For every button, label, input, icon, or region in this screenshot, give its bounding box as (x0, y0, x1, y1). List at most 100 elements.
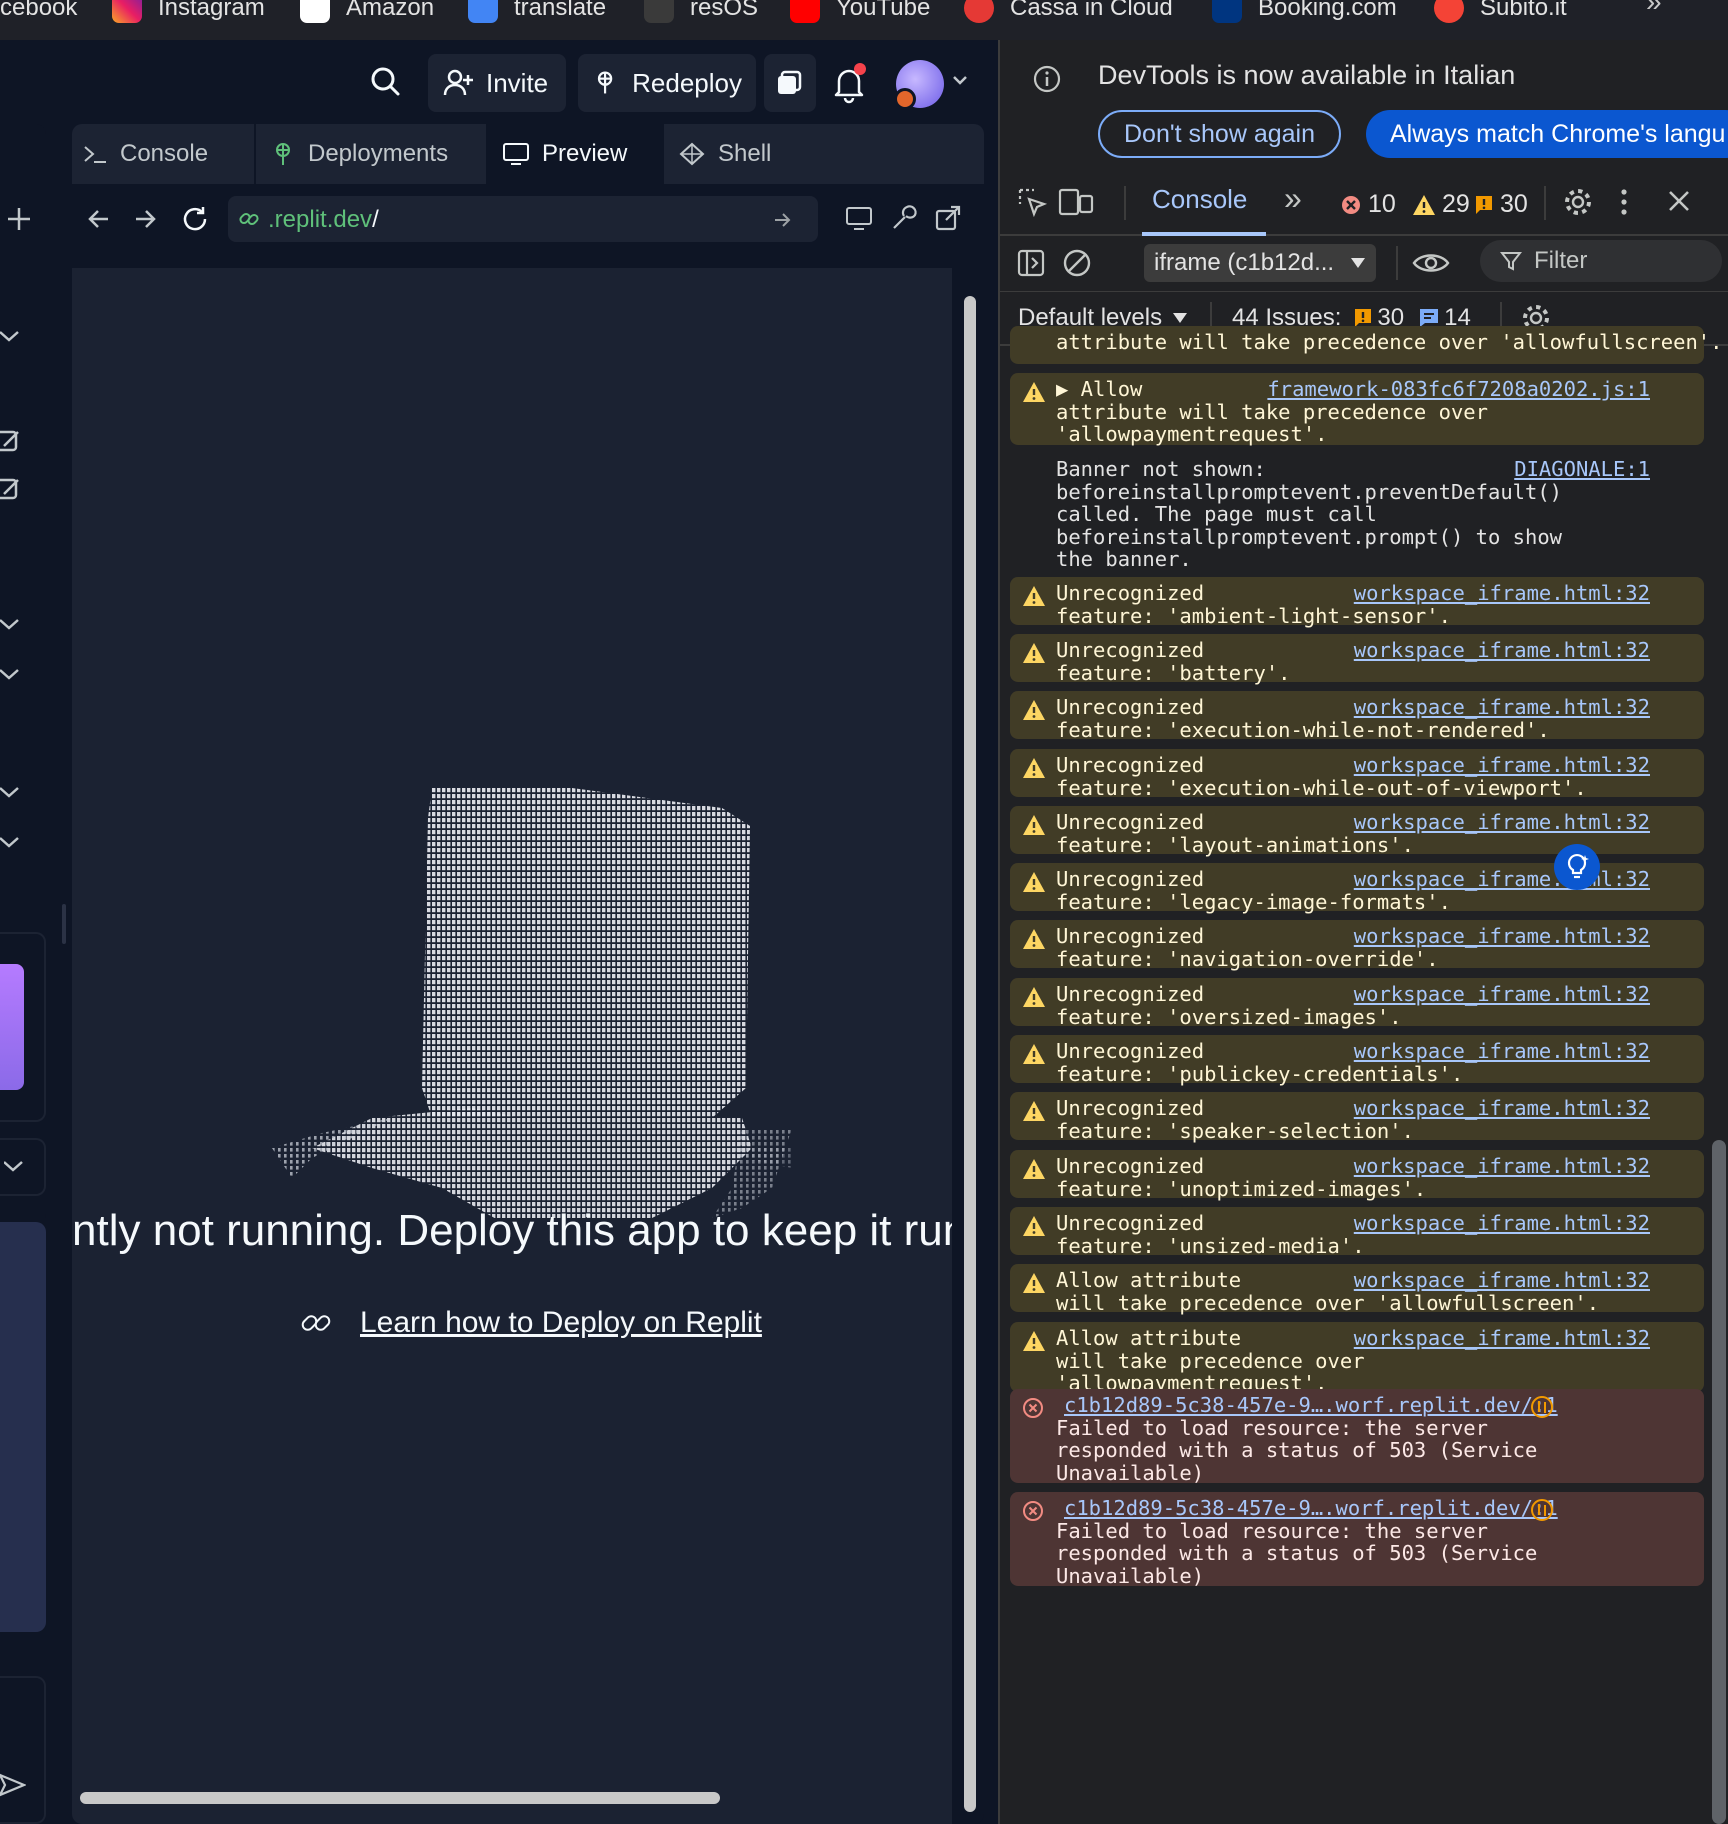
inspect-element-icon[interactable] (1016, 186, 1048, 218)
tab-shell[interactable]: Shell (664, 124, 984, 184)
console-warning-entry[interactable]: attribute will take precedence over 'all… (1010, 326, 1722, 364)
clear-console-icon[interactable] (1062, 248, 1092, 278)
preview-vertical-scrollbar[interactable] (958, 284, 982, 1814)
bookmark-translate[interactable]: translate (468, 0, 606, 28)
wrench-icon[interactable] (890, 204, 918, 232)
bookmark-instagram[interactable]: Instagram (112, 0, 265, 28)
device-toolbar-icon[interactable] (1058, 186, 1094, 218)
console-source-link[interactable]: DIAGONALE:1 (1514, 458, 1650, 481)
bookmark-subito[interactable]: Subito.it (1434, 0, 1567, 28)
console-warning-entry[interactable]: workspace_iframe.html:32 Unrecognized fea… (1010, 691, 1704, 741)
console-warning-entry[interactable]: workspace_iframe.html:32 Unrecognized fea… (1010, 749, 1704, 799)
preview-url-input[interactable]: .replit.dev/ (228, 196, 818, 242)
go-arrow-icon[interactable] (772, 210, 792, 230)
search-icon[interactable] (366, 62, 406, 102)
chevron-down-icon[interactable] (0, 324, 26, 350)
console-warning-entry[interactable]: workspace_iframe.html:32 Unrecognized fea… (1010, 863, 1704, 913)
device-icon[interactable] (844, 204, 874, 232)
back-arrow-icon[interactable] (86, 206, 112, 232)
console-source-link[interactable]: workspace_iframe.html:32 (1354, 1040, 1650, 1063)
bookmark-resos[interactable]: resOS (644, 0, 758, 28)
console-source-link[interactable]: workspace_iframe.html:32 (1354, 1155, 1650, 1178)
console-source-link[interactable]: workspace_iframe.html:32 (1354, 582, 1650, 605)
console-warning-entry[interactable]: workspace_iframe.html:32 Unrecognized fea… (1010, 1035, 1704, 1085)
plus-icon[interactable] (6, 206, 32, 232)
notification-bell-icon[interactable] (826, 60, 872, 106)
learn-deploy-link[interactable]: Learn how to Deploy on Replit (300, 1306, 762, 1340)
error-counter[interactable]: 10 (1340, 190, 1396, 219)
console-warning-entry[interactable]: workspace_iframe.html:32 Allow attribute … (1010, 1322, 1704, 1394)
send-icon[interactable] (0, 1772, 26, 1798)
invite-button[interactable]: Invite (428, 54, 566, 112)
reload-icon[interactable] (180, 204, 210, 234)
network-request-icon[interactable] (1530, 1498, 1554, 1522)
console-source-link[interactable]: workspace_iframe.html:32 (1354, 1212, 1650, 1235)
console-source-link[interactable]: workspace_iframe.html:32 (1354, 983, 1650, 1006)
redeploy-button[interactable]: Redeploy (578, 54, 756, 112)
console-source-link[interactable]: workspace_iframe.html:32 (1354, 1269, 1650, 1292)
console-warning-entry[interactable]: workspace_iframe.html:32 Unrecognized fea… (1010, 920, 1704, 970)
console-source-link[interactable]: c1b12d89-5c38-457e-9….worf.replit.dev/:1 (1064, 1497, 1558, 1520)
console-source-link[interactable]: workspace_iframe.html:32 (1354, 1097, 1650, 1120)
chevron-down-icon[interactable] (4, 1154, 30, 1180)
issues-counter[interactable]: 30 (1474, 190, 1528, 219)
scrollbar-thumb[interactable] (964, 296, 976, 1812)
preview-iframe[interactable]: ntly not running. Deploy this app to kee… (72, 268, 952, 1824)
console-warning-entry[interactable]: framework-083fc6f7208a0202.js:1 ▶ Allow a… (1010, 373, 1704, 445)
dont-show-again-button[interactable]: Don't show again (1098, 110, 1342, 158)
console-source-link[interactable]: workspace_iframe.html:32 (1354, 868, 1650, 891)
bookmark-youtube[interactable]: YouTube (790, 0, 930, 28)
tab-console[interactable]: Console (1152, 184, 1247, 215)
always-match-language-button[interactable]: Always match Chrome's langu (1366, 110, 1728, 158)
console-warning-entry[interactable]: workspace_iframe.html:32 Allow attribute … (1010, 1264, 1704, 1314)
warning-counter[interactable]: 29 (1412, 190, 1470, 219)
filter-input[interactable]: Filter (1480, 240, 1722, 282)
open-new-tab-icon[interactable] (934, 204, 962, 232)
chevron-down-icon[interactable] (0, 612, 26, 638)
console-source-link[interactable]: workspace_iframe.html:32 (1354, 811, 1650, 834)
tab-preview[interactable]: Preview (488, 124, 664, 184)
sidebar-toggle-icon[interactable] (1016, 248, 1046, 278)
console-warning-entry[interactable]: workspace_iframe.html:32 Unrecognized fea… (1010, 577, 1704, 627)
console-warning-entry[interactable]: workspace_iframe.html:32 Unrecognized fea… (1010, 1092, 1704, 1142)
forward-arrow-icon[interactable] (132, 206, 158, 232)
bookmarks-overflow-button[interactable]: » (1646, 0, 1662, 18)
context-selector[interactable]: iframe (c1b12d... (1144, 244, 1376, 282)
console-source-link[interactable]: workspace_iframe.html:32 (1354, 639, 1650, 662)
pane-resize-handle[interactable] (62, 904, 66, 944)
console-warning-entry[interactable]: workspace_iframe.html:32 Unrecognized fea… (1010, 978, 1704, 1028)
open-external-icon[interactable] (0, 428, 26, 454)
chevron-down-icon[interactable] (0, 662, 26, 688)
console-source-link[interactable]: workspace_iframe.html:32 (1354, 754, 1650, 777)
console-warning-entry[interactable]: workspace_iframe.html:32 Unrecognized fea… (1010, 1207, 1704, 1257)
bookmark-facebook[interactable]: cebook (0, 0, 77, 28)
bookmark-booking[interactable]: Booking.com (1212, 0, 1397, 28)
tab-console[interactable]: Console (72, 124, 256, 184)
bookmark-cassa-in-cloud[interactable]: Cassa in Cloud (964, 0, 1173, 28)
console-warning-entry[interactable]: workspace_iframe.html:32 Unrecognized fea… (1010, 806, 1704, 856)
console-source-link[interactable]: workspace_iframe.html:32 (1354, 696, 1650, 719)
network-request-icon[interactable] (1530, 1395, 1554, 1419)
console-warning-entry[interactable]: workspace_iframe.html:32 Unrecognized fea… (1010, 634, 1704, 684)
console-source-link[interactable]: workspace_iframe.html:32 (1354, 1327, 1650, 1350)
console-source-link[interactable]: framework-083fc6f7208a0202.js:1 (1267, 378, 1650, 401)
rail-gradient-card[interactable] (0, 964, 24, 1090)
console-error-entry[interactable]: c1b12d89-5c38-457e-9….worf.replit.dev/:1… (1010, 1389, 1704, 1484)
bookmark-amazon[interactable]: Amazon (300, 0, 434, 28)
console-log-entry[interactable]: DIAGONALE:1 Banner not shown: beforeinsta… (1010, 453, 1704, 571)
chevron-down-icon[interactable] (0, 830, 26, 856)
console-source-link[interactable]: c1b12d89-5c38-457e-9….worf.replit.dev/:1 (1064, 1394, 1558, 1417)
kebab-menu-icon[interactable] (1616, 186, 1632, 218)
more-tabs-button[interactable]: » (1284, 180, 1302, 217)
tab-deployments[interactable]: Deployments (256, 124, 488, 184)
console-source-link[interactable]: workspace_iframe.html:32 (1354, 925, 1650, 948)
console-error-entry[interactable]: c1b12d89-5c38-457e-9….worf.replit.dev/:1… (1010, 1492, 1704, 1587)
preview-horizontal-scrollbar[interactable] (80, 1792, 720, 1804)
console-scrollbar[interactable] (1712, 1140, 1726, 1824)
open-external-icon[interactable] (0, 476, 26, 502)
eye-icon[interactable] (1412, 246, 1450, 280)
gear-icon[interactable] (1562, 186, 1594, 218)
chevron-down-icon[interactable] (0, 780, 26, 806)
console-warning-entry[interactable]: workspace_iframe.html:32 Unrecognized fea… (1010, 1150, 1704, 1200)
chevron-down-icon[interactable] (950, 70, 970, 90)
